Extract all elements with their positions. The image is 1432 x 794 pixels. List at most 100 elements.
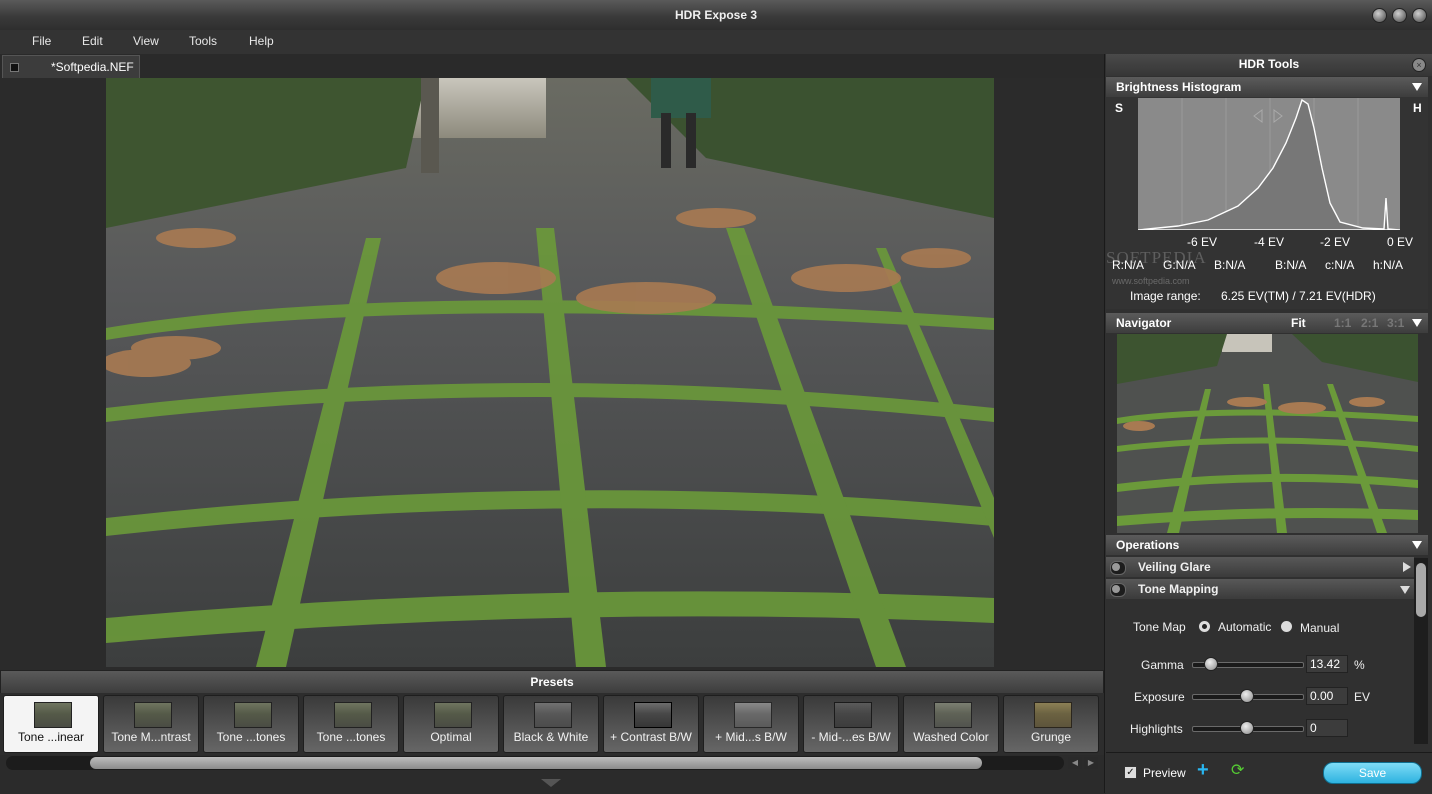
presets-scroll-thumb[interactable] bbox=[90, 757, 982, 769]
preset-thumbnail bbox=[634, 702, 672, 728]
ev-label: -6 EV bbox=[1187, 235, 1218, 249]
radio-automatic-label: Automatic bbox=[1218, 620, 1272, 634]
menu-view[interactable]: View bbox=[133, 34, 159, 48]
stat-c: c:N/A bbox=[1325, 258, 1355, 272]
refresh-icon[interactable]: ⟳ bbox=[1231, 761, 1244, 781]
preset-plus-mids-bw[interactable]: + Mid...s B/W bbox=[703, 695, 799, 753]
highlights-slider-knob[interactable] bbox=[1240, 721, 1254, 735]
preset-tone-contrast[interactable]: Tone M...ntrast bbox=[103, 695, 199, 753]
gamma-slider-knob[interactable] bbox=[1203, 657, 1218, 671]
preset-thumbnail bbox=[834, 702, 872, 728]
exposure-value[interactable]: 0.00 bbox=[1306, 687, 1348, 705]
scroll-right-icon[interactable]: ▶ bbox=[1084, 757, 1098, 769]
photo-preview[interactable] bbox=[106, 78, 994, 667]
zoom-3-1[interactable]: 3:1 bbox=[1387, 316, 1404, 330]
menu-tools[interactable]: Tools bbox=[189, 34, 217, 48]
image-range-label: Image range: bbox=[1130, 289, 1201, 303]
panel-close-icon[interactable]: × bbox=[1412, 58, 1426, 72]
image-range-value: 6.25 EV(TM) / 7.21 EV(HDR) bbox=[1221, 289, 1376, 303]
exposure-slider-knob[interactable] bbox=[1240, 689, 1254, 703]
zoom-1-1[interactable]: 1:1 bbox=[1334, 316, 1351, 330]
highlights-value[interactable]: 0 bbox=[1306, 719, 1348, 737]
preset-label: Tone ...tones bbox=[316, 730, 386, 744]
tab-close-icon[interactable] bbox=[10, 63, 19, 72]
preset-thumbnail bbox=[734, 702, 772, 728]
add-plus-icon[interactable]: + bbox=[1197, 760, 1209, 780]
stat-b2: B:N/A bbox=[1275, 258, 1307, 272]
veiling-glare-toggle[interactable] bbox=[1110, 561, 1126, 575]
collapse-triangle-icon[interactable] bbox=[1412, 319, 1422, 327]
stat-g: G:N/A bbox=[1163, 258, 1196, 272]
presets-header: Presets bbox=[0, 670, 1104, 694]
radio-manual[interactable] bbox=[1280, 620, 1293, 633]
tab-strip bbox=[0, 54, 1104, 79]
operations-title: Operations bbox=[1116, 538, 1180, 552]
preset-label: Tone M...ntrast bbox=[111, 730, 191, 744]
close-button[interactable] bbox=[1412, 8, 1427, 23]
title-bar: HDR Expose 3 bbox=[0, 0, 1432, 31]
collapse-arrow-icon[interactable] bbox=[1400, 586, 1410, 594]
zoom-fit[interactable]: Fit bbox=[1291, 316, 1306, 330]
preset-thumbnail bbox=[434, 702, 472, 728]
stat-r: R:N/A bbox=[1112, 258, 1145, 272]
exposure-label: Exposure bbox=[1134, 690, 1185, 704]
gamma-value[interactable]: 13.42 bbox=[1306, 655, 1348, 673]
section-tone-mapping[interactable]: Tone Mapping bbox=[1106, 579, 1414, 599]
preset-label: Tone ...tones bbox=[216, 730, 286, 744]
presets-title: Presets bbox=[530, 675, 574, 689]
ev-label: -4 EV bbox=[1254, 235, 1285, 249]
menu-file[interactable]: File bbox=[32, 34, 51, 48]
minimize-button[interactable] bbox=[1372, 8, 1387, 23]
preset-grunge[interactable]: Grunge bbox=[1003, 695, 1099, 753]
navigator-title: Navigator bbox=[1116, 316, 1172, 330]
save-button[interactable]: Save bbox=[1323, 762, 1422, 784]
preview-checkbox[interactable]: ✓ bbox=[1124, 766, 1137, 779]
preset-tone-linear[interactable]: Tone ...inear bbox=[3, 695, 99, 753]
radio-manual-label: Manual bbox=[1300, 621, 1340, 635]
radio-automatic[interactable] bbox=[1198, 620, 1211, 633]
menu-edit[interactable]: Edit bbox=[82, 34, 103, 48]
document-tab[interactable]: *Softpedia.NEF bbox=[2, 55, 140, 78]
operations-scroll-thumb[interactable] bbox=[1416, 563, 1426, 617]
preset-label: + Contrast B/W bbox=[610, 730, 692, 744]
operations-header[interactable]: Operations bbox=[1106, 535, 1428, 555]
preset-label: Washed Color bbox=[913, 730, 989, 744]
preset-tone-tones-2[interactable]: Tone ...tones bbox=[303, 695, 399, 753]
expand-arrow-icon[interactable] bbox=[1403, 562, 1411, 572]
histogram-plot[interactable] bbox=[1137, 98, 1401, 231]
histogram-title: Brightness Histogram bbox=[1116, 80, 1242, 94]
watermark-url: www.softpedia.com bbox=[1112, 276, 1190, 286]
zoom-2-1[interactable]: 2:1 bbox=[1361, 316, 1378, 330]
preset-contrast-bw[interactable]: + Contrast B/W bbox=[603, 695, 699, 753]
tone-mapping-label: Tone Mapping bbox=[1138, 582, 1219, 596]
hdr-tools-header: HDR Tools × bbox=[1106, 54, 1432, 76]
histogram-curve bbox=[1137, 98, 1401, 231]
section-veiling-glare[interactable]: Veiling Glare bbox=[1106, 557, 1414, 577]
stat-b: B:N/A bbox=[1214, 258, 1246, 272]
preset-label: Black & White bbox=[513, 730, 589, 744]
preset-thumbnail bbox=[534, 702, 572, 728]
preset-black-white[interactable]: Black & White bbox=[503, 695, 599, 753]
preset-minus-mids-bw[interactable]: - Mid-...es B/W bbox=[803, 695, 899, 753]
collapse-triangle-icon[interactable] bbox=[1412, 541, 1422, 549]
highlights-marker: H bbox=[1413, 101, 1422, 115]
histogram-header[interactable]: Brightness Histogram bbox=[1106, 77, 1428, 97]
navigator-photo bbox=[1117, 334, 1418, 533]
gamma-unit: % bbox=[1354, 658, 1365, 672]
navigator-header[interactable]: Navigator Fit 1:1 2:1 3:1 bbox=[1106, 313, 1428, 333]
cobblestone-photo bbox=[106, 78, 994, 667]
preset-thumbnail bbox=[134, 702, 172, 728]
preset-washed-color[interactable]: Washed Color bbox=[903, 695, 999, 753]
tone-mapping-toggle[interactable] bbox=[1110, 583, 1126, 597]
window-title: HDR Expose 3 bbox=[674, 8, 758, 22]
navigator-thumbnail[interactable] bbox=[1117, 334, 1418, 533]
preset-optimal[interactable]: Optimal bbox=[403, 695, 499, 753]
menu-help[interactable]: Help bbox=[249, 34, 274, 48]
preset-label: + Mid...s B/W bbox=[715, 730, 787, 744]
gamma-label: Gamma bbox=[1141, 658, 1184, 672]
collapse-presets-icon[interactable] bbox=[541, 779, 561, 787]
scroll-left-icon[interactable]: ◀ bbox=[1068, 757, 1082, 769]
maximize-button[interactable] bbox=[1392, 8, 1407, 23]
collapse-triangle-icon[interactable] bbox=[1412, 83, 1422, 91]
preset-tone-tones-1[interactable]: Tone ...tones bbox=[203, 695, 299, 753]
